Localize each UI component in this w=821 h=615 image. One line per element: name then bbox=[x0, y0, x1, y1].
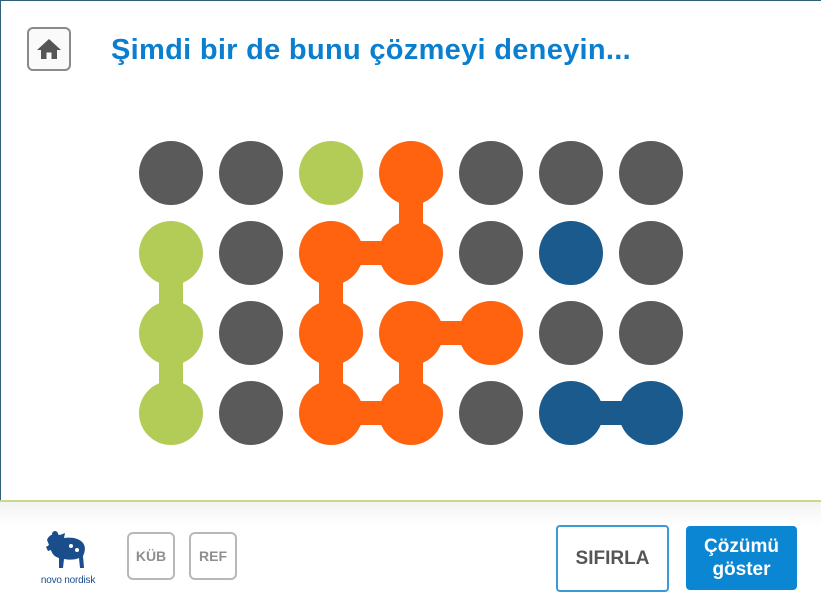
dot-orange[interactable] bbox=[379, 141, 443, 205]
dot-blue[interactable] bbox=[539, 381, 603, 445]
logo-text: novo nordisk bbox=[40, 575, 96, 586]
dot-grid bbox=[139, 141, 683, 445]
dot-orange[interactable] bbox=[299, 381, 363, 445]
show-solution-button[interactable]: Çözümü göster bbox=[686, 526, 797, 590]
dot-blue[interactable] bbox=[539, 221, 603, 285]
dot-empty[interactable] bbox=[459, 221, 523, 285]
dot-empty[interactable] bbox=[619, 221, 683, 285]
dot-orange[interactable] bbox=[459, 301, 523, 365]
dot-empty[interactable] bbox=[459, 141, 523, 205]
dot-empty[interactable] bbox=[539, 141, 603, 205]
dot-orange[interactable] bbox=[379, 381, 443, 445]
dot-empty[interactable] bbox=[219, 381, 283, 445]
dot-empty[interactable] bbox=[619, 301, 683, 365]
dot-green[interactable] bbox=[299, 141, 363, 205]
dot-empty[interactable] bbox=[219, 221, 283, 285]
dot-orange[interactable] bbox=[379, 221, 443, 285]
dot-green[interactable] bbox=[139, 381, 203, 445]
dot-empty[interactable] bbox=[619, 141, 683, 205]
puzzle-board[interactable] bbox=[0, 0, 821, 500]
reset-button[interactable]: SIFIRLA bbox=[556, 525, 669, 592]
dot-green[interactable] bbox=[139, 221, 203, 285]
footer-divider bbox=[0, 500, 821, 502]
dot-empty[interactable] bbox=[219, 141, 283, 205]
dot-orange[interactable] bbox=[299, 301, 363, 365]
dot-empty[interactable] bbox=[139, 141, 203, 205]
dot-orange[interactable] bbox=[299, 221, 363, 285]
dot-empty[interactable] bbox=[219, 301, 283, 365]
ref-button[interactable]: REF bbox=[189, 532, 237, 580]
novo-nordisk-logo: novo nordisk bbox=[33, 530, 103, 586]
dot-empty[interactable] bbox=[539, 301, 603, 365]
dot-orange[interactable] bbox=[379, 301, 443, 365]
dot-empty[interactable] bbox=[459, 381, 523, 445]
path-links bbox=[159, 173, 651, 425]
dot-blue[interactable] bbox=[619, 381, 683, 445]
apis-bull-icon bbox=[46, 531, 85, 568]
kub-button[interactable]: KÜB bbox=[127, 532, 175, 580]
dot-green[interactable] bbox=[139, 301, 203, 365]
